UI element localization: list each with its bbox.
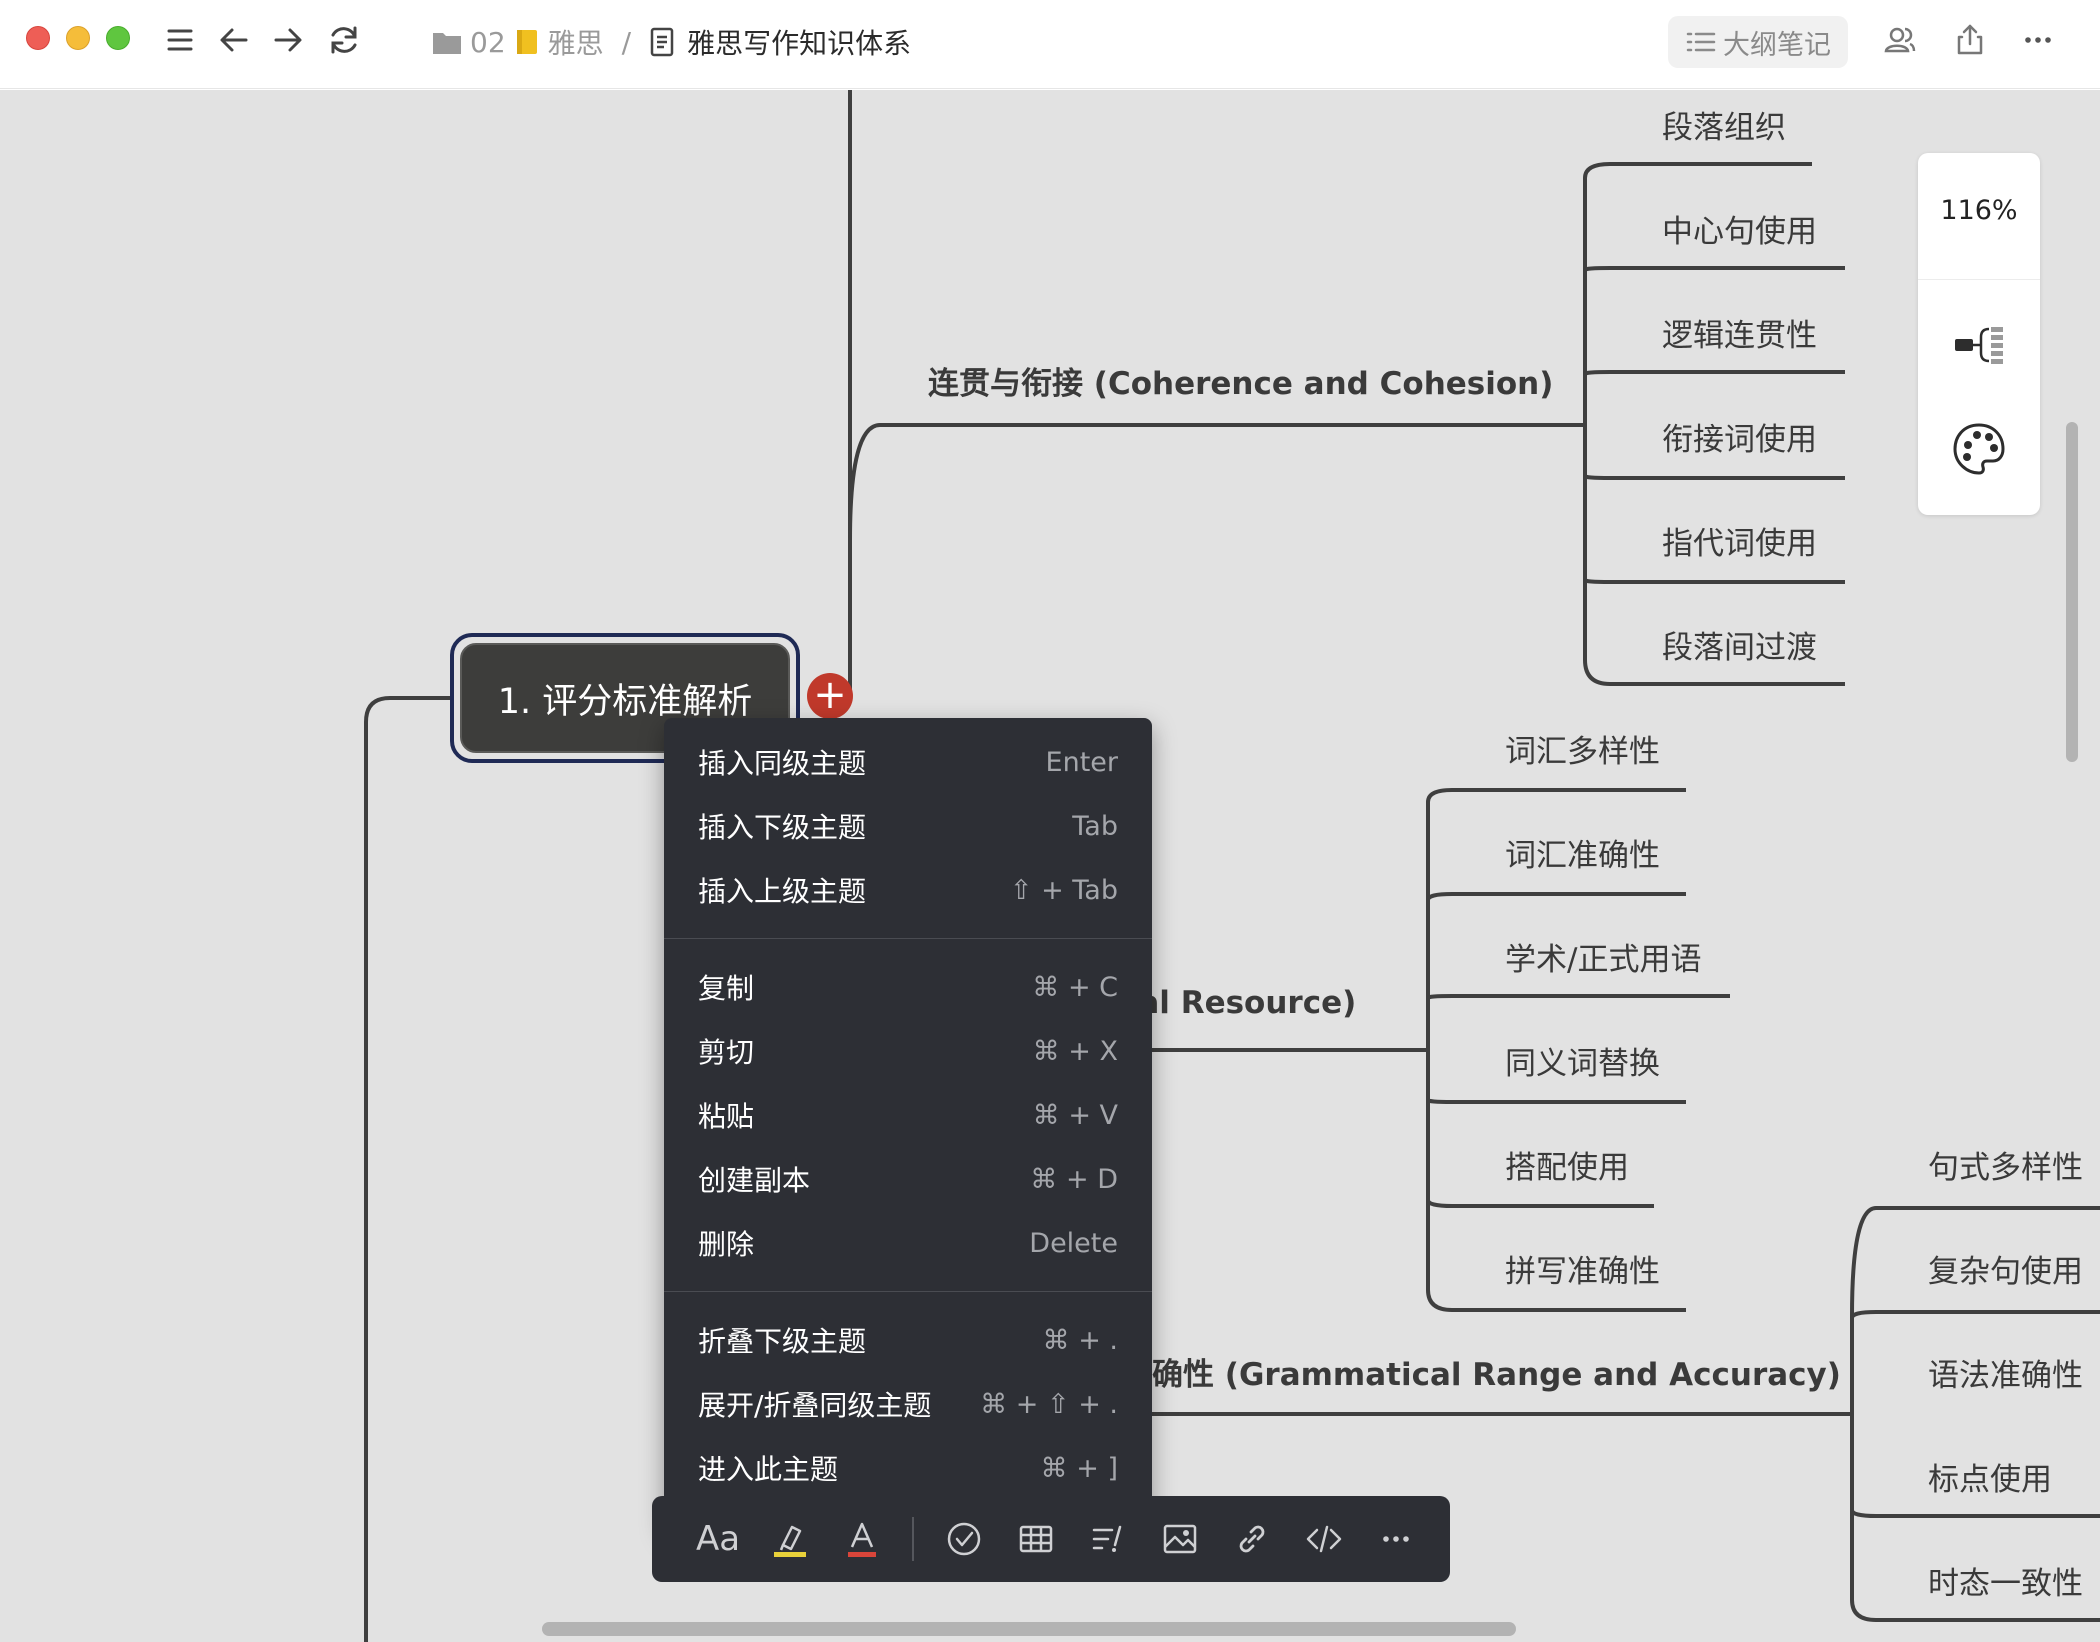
node-coherence-5[interactable]: 指代词使用 <box>1662 518 1817 563</box>
menu-insert-sibling[interactable]: 插入同级主题 Enter <box>664 730 1152 794</box>
mindmap-canvas[interactable]: 连贯与衔接 (Coherence and Cohesion) 段落组织 中心句使… <box>0 90 2100 1642</box>
menu-enter-topic[interactable]: 进入此主题 ⌘ + ] <box>664 1436 1152 1500</box>
node-lexical-2[interactable]: 词汇准确性 <box>1505 830 1660 875</box>
more-icon[interactable] <box>1360 1496 1432 1582</box>
menu-item-shortcut: ⌘ + X <box>1032 1035 1118 1067</box>
code-icon[interactable] <box>1288 1496 1360 1582</box>
menu-item-shortcut: ⌘ + ] <box>1040 1452 1118 1484</box>
toolbar-divider <box>912 1517 914 1561</box>
branch-grammar[interactable]: 确性 (Grammatical Range and Accuracy) <box>1152 1349 1841 1394</box>
menu-item-shortcut: ⇧ + Tab <box>1009 874 1118 906</box>
node-grammar-2[interactable]: 复杂句使用 <box>1928 1246 2083 1291</box>
menu-icon[interactable] <box>160 20 200 60</box>
minimize-window-button[interactable] <box>66 26 90 50</box>
context-menu: 插入同级主题 Enter 插入下级主题 Tab 插入上级主题 ⇧ + Tab 复… <box>664 718 1152 1530</box>
image-icon[interactable] <box>1144 1496 1216 1582</box>
menu-insert-child[interactable]: 插入下级主题 Tab <box>664 794 1152 858</box>
menu-copy[interactable]: 复制 ⌘ + C <box>664 955 1152 1019</box>
palette-icon[interactable] <box>1949 419 2009 479</box>
outline-list-icon <box>1686 32 1716 52</box>
title-bar: 02 雅思 / 雅思写作知识体系 大纲笔记 <box>0 0 2100 89</box>
node-grammar-5[interactable]: 时态一致性 <box>1928 1558 2083 1603</box>
collaborators-icon[interactable] <box>1880 20 1920 60</box>
node-lexical-1[interactable]: 词汇多样性 <box>1505 726 1660 771</box>
zoom-level[interactable]: 116% <box>1918 195 2040 226</box>
menu-duplicate[interactable]: 创建副本 ⌘ + D <box>664 1147 1152 1211</box>
document-icon <box>650 27 674 57</box>
page-title: 雅思写作知识体系 <box>687 27 912 60</box>
menu-item-label: 折叠下级主题 <box>698 1325 867 1358</box>
menu-item-label: 展开/折叠同级主题 <box>698 1389 932 1422</box>
share-icon[interactable] <box>1950 20 1990 60</box>
text-color-icon[interactable] <box>826 1496 898 1582</box>
node-coherence-4[interactable]: 衔接词使用 <box>1662 414 1817 459</box>
add-topic-button[interactable]: + <box>807 673 853 719</box>
menu-divider <box>664 938 1152 939</box>
node-coherence-2[interactable]: 中心句使用 <box>1662 206 1817 251</box>
menu-cut[interactable]: 剪切 ⌘ + X <box>664 1019 1152 1083</box>
menu-item-shortcut: Tab <box>1072 810 1118 842</box>
highlight-icon[interactable] <box>754 1496 826 1582</box>
menu-toggle-siblings[interactable]: 展开/折叠同级主题 ⌘ + ⇧ + . <box>664 1372 1152 1436</box>
menu-item-label: 粘贴 <box>698 1100 755 1133</box>
menu-divider <box>664 1291 1152 1292</box>
panel-divider <box>1918 279 2040 280</box>
menu-item-shortcut: ⌘ + C <box>1032 971 1118 1003</box>
menu-delete[interactable]: 删除 Delete <box>664 1211 1152 1275</box>
node-grammar-4[interactable]: 标点使用 <box>1928 1454 2052 1499</box>
menu-item-shortcut: ⌘ + . <box>1042 1324 1118 1356</box>
menu-collapse-children[interactable]: 折叠下级主题 ⌘ + . <box>664 1308 1152 1372</box>
branch-lexical[interactable]: cal Resource) <box>1120 985 1356 1021</box>
node-lexical-6[interactable]: 拼写准确性 <box>1505 1246 1660 1291</box>
breadcrumb-notebook[interactable]: 雅思 <box>548 22 604 62</box>
close-window-button[interactable] <box>26 26 50 50</box>
menu-item-label: 剪切 <box>698 1036 755 1069</box>
menu-item-shortcut: Delete <box>1029 1227 1118 1259</box>
menu-item-shortcut: ⌘ + V <box>1032 1099 1118 1131</box>
link-icon[interactable] <box>1216 1496 1288 1582</box>
menu-paste[interactable]: 粘贴 ⌘ + V <box>664 1083 1152 1147</box>
node-coherence-6[interactable]: 段落间过渡 <box>1662 622 1817 667</box>
menu-item-label: 创建副本 <box>698 1164 811 1197</box>
back-icon[interactable] <box>214 20 254 60</box>
menu-item-label: 删除 <box>698 1228 755 1261</box>
node-coherence-3[interactable]: 逻辑连贯性 <box>1662 310 1817 355</box>
horizontal-scrollbar[interactable] <box>542 1622 1516 1636</box>
menu-item-label: 插入下级主题 <box>698 811 867 844</box>
node-coherence-1[interactable]: 段落组织 <box>1662 102 1786 147</box>
breadcrumb-folder[interactable]: 02 <box>470 26 506 59</box>
view-panel: 116% <box>1918 153 2040 515</box>
notebook-icon <box>516 30 537 54</box>
breadcrumb-separator: / <box>621 25 632 59</box>
layout-structure-icon[interactable] <box>1949 315 2009 375</box>
refresh-icon[interactable] <box>324 20 364 60</box>
menu-item-shortcut: ⌘ + D <box>1030 1163 1118 1195</box>
more-icon[interactable] <box>2018 20 2058 60</box>
node-lexical-3[interactable]: 学术/正式用语 <box>1505 934 1701 979</box>
outline-notes-label: 大纲笔记 <box>1723 29 1831 61</box>
checkbox-icon[interactable] <box>928 1496 1000 1582</box>
node-lexical-5[interactable]: 搭配使用 <box>1505 1142 1629 1187</box>
branch-coherence[interactable]: 连贯与衔接 (Coherence and Cohesion) <box>928 358 1553 403</box>
text-style-button[interactable]: Aa <box>682 1496 754 1582</box>
forward-icon[interactable] <box>268 20 308 60</box>
menu-item-label: 插入同级主题 <box>698 747 867 780</box>
node-lexical-4[interactable]: 同义词替换 <box>1505 1038 1660 1083</box>
menu-item-shortcut: ⌘ + ⇧ + . <box>980 1388 1118 1420</box>
breadcrumb: 02 雅思 / 雅思写作知识体系 <box>432 22 911 62</box>
menu-item-shortcut: Enter <box>1045 746 1118 778</box>
list-icon[interactable] <box>1072 1496 1144 1582</box>
menu-item-label: 插入上级主题 <box>698 875 867 908</box>
menu-item-label: 进入此主题 <box>698 1453 839 1486</box>
outline-notes-button[interactable]: 大纲笔记 <box>1668 16 1848 68</box>
zoom-window-button[interactable] <box>106 26 130 50</box>
node-grammar-1[interactable]: 句式多样性 <box>1928 1142 2083 1187</box>
node-grammar-3[interactable]: 语法准确性 <box>1928 1350 2083 1395</box>
menu-item-label: 复制 <box>698 972 755 1005</box>
format-toolbar: Aa <box>652 1496 1450 1582</box>
menu-insert-parent[interactable]: 插入上级主题 ⇧ + Tab <box>664 858 1152 922</box>
vertical-scrollbar[interactable] <box>2066 422 2078 762</box>
table-icon[interactable] <box>1000 1496 1072 1582</box>
folder-icon <box>433 33 461 54</box>
